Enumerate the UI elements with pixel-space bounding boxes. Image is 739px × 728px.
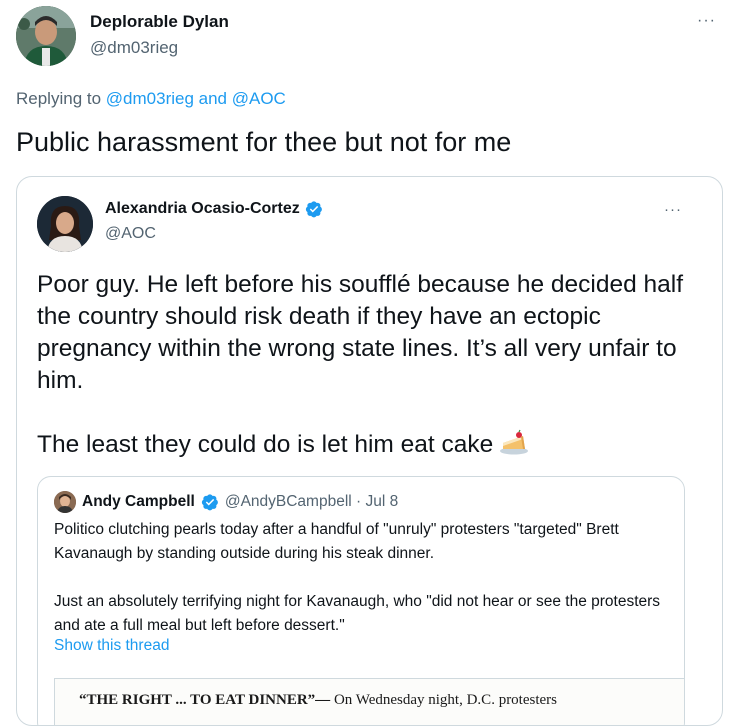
- nested-quote-handle-date[interactable]: @AndyBCampbell · Jul 8: [225, 493, 398, 511]
- show-thread-link[interactable]: Show this thread: [54, 637, 169, 655]
- author-name[interactable]: Deplorable Dylan: [90, 12, 229, 32]
- nested-quote-avatar[interactable]: [54, 491, 76, 513]
- replying-prefix: Replying to: [16, 89, 106, 108]
- tweet-text: Public harassment for thee but not for m…: [16, 127, 512, 157]
- more-options-icon[interactable]: ···: [697, 12, 725, 32]
- verified-badge-icon: [305, 201, 322, 218]
- nested-quote-author-name[interactable]: Andy Campbell: [82, 493, 195, 511]
- quote-author-avatar[interactable]: [37, 196, 93, 252]
- reply-user-link[interactable]: @AOC: [232, 89, 286, 108]
- replying-to: Replying to @dm03rieg and @AOC: [16, 89, 286, 109]
- reply-user-link[interactable]: @dm03rieg: [106, 89, 194, 108]
- media-caption: “THE RIGHT ... TO EAT DINNER”— On Wednes…: [79, 692, 557, 709]
- nested-quoted-tweet[interactable]: Andy Campbell @AndyBCampbell · Jul 8 Pol…: [37, 476, 685, 725]
- verified-badge-icon: [201, 494, 218, 511]
- nested-quote-header: Andy Campbell @AndyBCampbell · Jul 8: [54, 491, 398, 513]
- nested-quote-paragraph-1: Politico clutching pearls today after a …: [54, 521, 619, 562]
- quote-paragraph-1: Poor guy. He left before his soufflé bec…: [37, 271, 684, 394]
- quote-author-handle[interactable]: @AOC: [105, 225, 156, 243]
- nested-quote-media[interactable]: “THE RIGHT ... TO EAT DINNER”— On Wednes…: [54, 678, 684, 725]
- quote-text: Poor guy. He left before his soufflé bec…: [37, 269, 707, 464]
- media-headline: “THE RIGHT ... TO EAT DINNER”—: [79, 692, 331, 708]
- quote-more-options-icon[interactable]: ···: [664, 201, 682, 218]
- quote-paragraph-2: The least they could do is let him eat c…: [37, 430, 494, 458]
- cake-emoji-icon: [499, 427, 529, 464]
- nested-quote-paragraph-2: Just an absolutely terrifying night for …: [54, 593, 661, 634]
- author-handle[interactable]: @dm03rieg: [90, 38, 178, 58]
- replying-and[interactable]: and: [194, 89, 232, 108]
- tweet: Deplorable Dylan @dm03rieg ··· Replying …: [0, 0, 739, 728]
- nested-quote-text: Politico clutching pearls today after a …: [54, 518, 674, 638]
- author-avatar[interactable]: [16, 6, 76, 66]
- quote-author-name-text[interactable]: Alexandria Ocasio-Cortez: [105, 200, 300, 218]
- quote-author-name[interactable]: Alexandria Ocasio-Cortez: [105, 200, 323, 218]
- media-text: On Wednesday night, D.C. protesters: [330, 692, 558, 708]
- quoted-tweet[interactable]: Alexandria Ocasio-Cortez @AOC ··· Poor g…: [16, 176, 723, 726]
